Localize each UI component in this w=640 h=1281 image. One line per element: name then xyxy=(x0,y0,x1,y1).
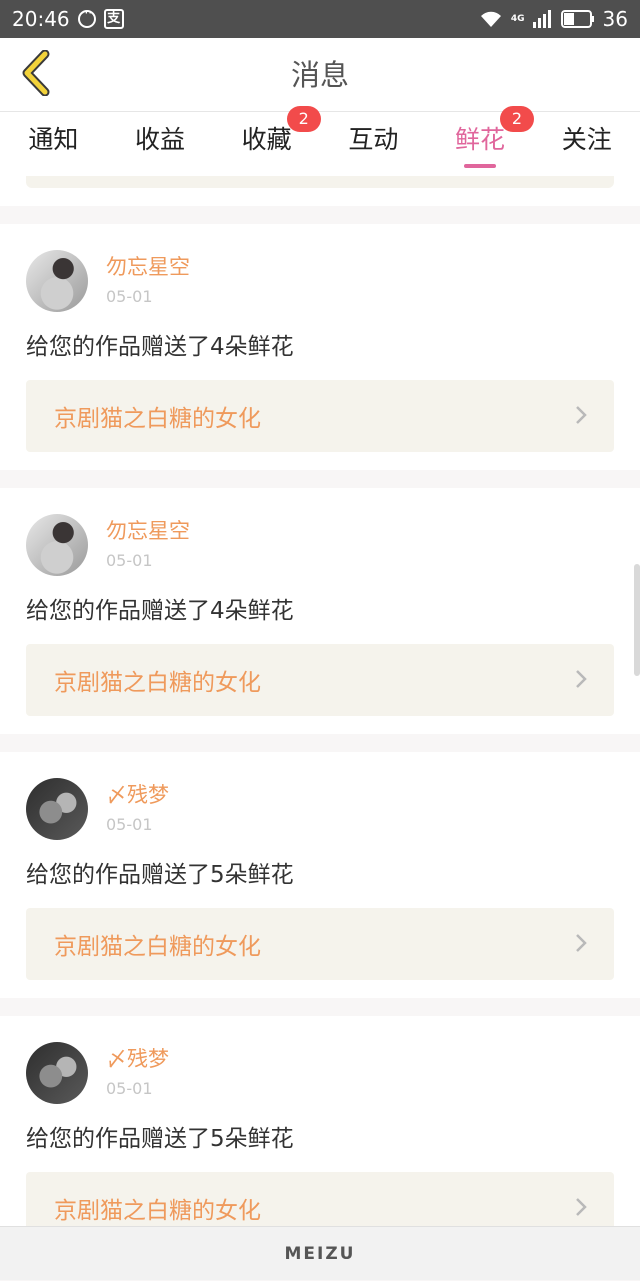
message-text: 给您的作品赠送了5朵鲜花 xyxy=(26,862,294,888)
payment-notification-icon: 支 xyxy=(103,9,124,29)
chevron-right-icon xyxy=(574,404,588,430)
user-meta: 勿忘星空 05-01 xyxy=(106,250,190,309)
work-link[interactable]: 京剧猫之白糖的女化 xyxy=(26,644,614,716)
chevron-right-icon xyxy=(574,668,588,694)
user-meta: 〆残梦 05-01 xyxy=(106,1042,169,1101)
message-date: 05-01 xyxy=(106,1079,153,1098)
header: 消息 xyxy=(0,38,640,112)
tab-label: 互动 xyxy=(348,125,399,154)
unread-badge: 2 xyxy=(500,106,535,132)
message-card: 勿忘星空 05-01 给您的作品赠送了4朵鲜花 京剧猫之白糖的女化 xyxy=(0,488,640,734)
tab-following[interactable]: 关注 xyxy=(533,112,640,176)
username[interactable]: 〆残梦 xyxy=(106,781,169,809)
avatar[interactable] xyxy=(26,514,88,576)
brand-logo: MEIZU xyxy=(284,1244,356,1264)
username[interactable]: 勿忘星空 xyxy=(106,253,190,281)
chat-notification-icon xyxy=(77,6,96,28)
message-card: 〆残梦 05-01 给您的作品赠送了5朵鲜花 京剧猫之白糖的女化 xyxy=(0,752,640,998)
message-list[interactable]: 勿忘星空 05-01 给您的作品赠送了4朵鲜花 京剧猫之白糖的女化 勿忘星空 0… xyxy=(0,176,640,1226)
user-meta: 勿忘星空 05-01 xyxy=(106,514,190,573)
tab-interactions[interactable]: 互动 xyxy=(320,112,427,176)
tab-notifications[interactable]: 通知 xyxy=(0,112,107,176)
card-header: 〆残梦 05-01 xyxy=(26,1042,614,1106)
wifi-icon xyxy=(479,10,503,28)
tab-favorites[interactable]: 收藏 2 xyxy=(213,106,321,176)
message-text: 给您的作品赠送了5朵鲜花 xyxy=(26,1126,294,1152)
message-text: 给您的作品赠送了4朵鲜花 xyxy=(26,334,294,360)
tab-earnings[interactable]: 收益 xyxy=(107,112,214,176)
work-title: 京剧猫之白糖的女化 xyxy=(54,406,261,432)
message-date: 05-01 xyxy=(106,815,153,834)
message-card: 勿忘星空 05-01 给您的作品赠送了4朵鲜花 京剧猫之白糖的女化 xyxy=(0,224,640,470)
work-link[interactable]: 京剧猫之白糖的女化 xyxy=(26,1172,614,1226)
username[interactable]: 勿忘星空 xyxy=(106,517,190,545)
tab-label: 通知 xyxy=(28,125,79,154)
message-date: 05-01 xyxy=(106,287,153,306)
status-right: 4G 36 xyxy=(479,7,628,31)
device-brand-bar: MEIZU xyxy=(0,1226,640,1280)
page-title: 消息 xyxy=(290,58,349,92)
user-meta: 〆残梦 05-01 xyxy=(106,778,169,837)
tab-label: 鲜花 xyxy=(455,125,506,154)
tab-bar: 通知 收益 收藏 2 互动 鲜花 2 关注 xyxy=(0,106,640,176)
active-tab-indicator xyxy=(464,164,497,168)
message-date: 05-01 xyxy=(106,551,153,570)
avatar[interactable] xyxy=(26,250,88,312)
signal-icon xyxy=(532,10,553,28)
card-header: 〆残梦 05-01 xyxy=(26,778,614,842)
previous-card-remnant xyxy=(0,176,640,206)
tab-label: 收益 xyxy=(135,125,186,154)
tab-label: 关注 xyxy=(561,125,612,154)
work-link[interactable]: 京剧猫之白糖的女化 xyxy=(26,908,614,980)
work-link[interactable]: 京剧猫之白糖的女化 xyxy=(26,380,614,452)
scrollbar-thumb[interactable] xyxy=(634,564,640,676)
status-bar: 20:46 支 4G 36 xyxy=(0,0,640,38)
username[interactable]: 〆残梦 xyxy=(106,1045,169,1073)
unread-badge: 2 xyxy=(286,106,321,132)
battery-icon xyxy=(560,10,595,28)
battery-level: 36 xyxy=(602,7,628,31)
chevron-right-icon xyxy=(574,1196,588,1222)
work-title: 京剧猫之白糖的女化 xyxy=(54,670,261,696)
previous-work-link-remnant xyxy=(26,176,614,188)
status-time: 20:46 xyxy=(12,7,70,31)
network-type-label: 4G xyxy=(510,13,525,24)
message-card: 〆残梦 05-01 给您的作品赠送了5朵鲜花 京剧猫之白糖的女化 xyxy=(0,1016,640,1226)
message-text: 给您的作品赠送了4朵鲜花 xyxy=(26,598,294,624)
work-title: 京剧猫之白糖的女化 xyxy=(54,934,261,960)
tab-label: 收藏 xyxy=(241,125,292,154)
avatar[interactable] xyxy=(26,778,88,840)
avatar[interactable] xyxy=(26,1042,88,1104)
card-header: 勿忘星空 05-01 xyxy=(26,250,614,314)
work-title: 京剧猫之白糖的女化 xyxy=(54,1198,261,1224)
status-left: 20:46 支 xyxy=(12,6,124,31)
chevron-right-icon xyxy=(574,932,588,958)
tab-flowers[interactable]: 鲜花 2 xyxy=(427,106,535,176)
card-header: 勿忘星空 05-01 xyxy=(26,514,614,578)
